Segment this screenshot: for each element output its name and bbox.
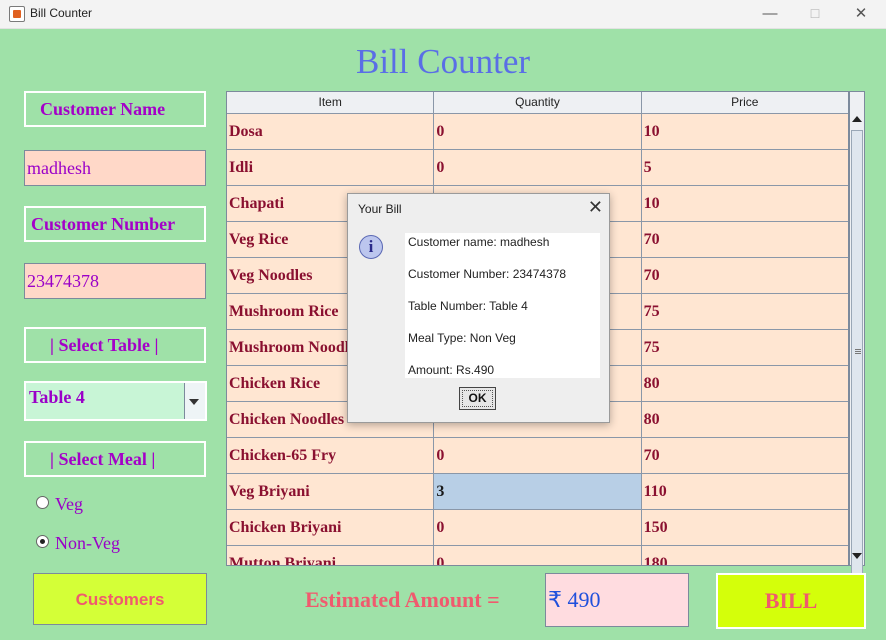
price-cell: 70 <box>643 231 660 248</box>
meal-radio-veg-label: Veg <box>55 494 83 514</box>
price-cell: 70 <box>643 267 660 284</box>
price-cell: 180 <box>643 555 668 566</box>
table-scrollbar[interactable] <box>849 91 865 580</box>
page-title: Bill Counter <box>355 42 531 81</box>
table-row[interactable]: Dosa 0 10 <box>227 114 848 150</box>
customers-button[interactable]: Customers <box>33 573 207 625</box>
message-line: Table Number: Table 4 <box>408 299 528 313</box>
price-cell: 75 <box>643 339 660 356</box>
price-cell: 80 <box>643 375 660 392</box>
customer-number-field[interactable]: 23474378 <box>24 263 206 299</box>
customer-number-label: Customer Number <box>24 206 206 242</box>
price-cell: 10 <box>643 123 660 140</box>
customer-name-label: Customer Name <box>24 91 206 127</box>
dialog-close-icon[interactable]: ✕ <box>588 197 603 218</box>
price-cell: 80 <box>643 411 660 428</box>
item-cell: Idli <box>227 150 435 185</box>
table-select[interactable]: Table 4 <box>24 381 207 421</box>
meal-radio-veg[interactable]: Veg <box>36 494 83 514</box>
customer-name-field[interactable]: madhesh <box>24 150 206 186</box>
price-cell: 70 <box>643 447 660 464</box>
table-header: Item Quantity Price <box>227 92 848 114</box>
estimated-amount-label: Estimated Amount = <box>305 587 500 612</box>
select-table-label: | Select Table | <box>24 327 206 363</box>
column-header-price[interactable]: Price <box>642 92 848 113</box>
price-cell: 110 <box>643 483 667 500</box>
grip-line <box>855 353 861 354</box>
quantity-cell[interactable]: 0 <box>434 510 642 545</box>
dialog-message: Customer name: madhesh Customer Number: … <box>405 233 600 378</box>
message-line: Customer name: madhesh <box>408 235 550 249</box>
table-row[interactable]: Chicken Briyani 0 150 <box>227 510 848 546</box>
table-row[interactable]: Mutton Briyani 0 180 <box>227 546 848 566</box>
column-header-quantity[interactable]: Quantity <box>434 92 642 113</box>
ok-button[interactable]: OK <box>459 387 496 410</box>
item-cell: Mutton Briyani <box>227 546 435 565</box>
chevron-down-icon[interactable] <box>184 383 205 419</box>
item-cell: Chicken Briyani <box>227 510 435 545</box>
quantity-cell[interactable]: 0 <box>434 150 642 185</box>
item-cell: Dosa <box>227 114 435 149</box>
radio-checked-icon[interactable] <box>36 535 49 548</box>
price-cell: 10 <box>643 195 660 212</box>
item-cell: Chicken-65 Fry <box>227 438 435 473</box>
minimize-button[interactable]: — <box>760 4 780 24</box>
message-line: Customer Number: 23474378 <box>408 267 567 281</box>
grip-line <box>855 351 861 352</box>
price-cell: 75 <box>643 303 660 320</box>
scroll-down-icon[interactable] <box>852 553 862 559</box>
message-line: Meal Type: Non Veg <box>408 331 516 345</box>
column-header-item[interactable]: Item <box>227 92 435 113</box>
radio-unchecked-icon[interactable] <box>36 496 49 509</box>
java-app-icon <box>9 6 25 22</box>
scroll-up-icon[interactable] <box>852 116 862 122</box>
meal-radio-nonveg-label: Non-Veg <box>55 533 120 553</box>
price-cell: 5 <box>643 159 652 176</box>
table-row[interactable]: Veg Briyani 3 110 <box>227 474 848 510</box>
grip-line <box>855 349 861 350</box>
maximize-button: ☐ <box>809 7 821 21</box>
quantity-cell[interactable]: 0 <box>434 114 642 149</box>
message-line: Amount: Rs.490 <box>408 363 495 377</box>
bill-button[interactable]: BILL <box>716 573 866 629</box>
quantity-cell[interactable]: 0 <box>434 438 642 473</box>
close-button[interactable]: ✕ <box>851 4 871 24</box>
select-meal-label: | Select Meal | <box>24 441 206 477</box>
meal-radio-nonveg[interactable]: Non-Veg <box>36 533 120 553</box>
info-icon: i <box>359 235 383 259</box>
table-row[interactable]: Chicken-65 Fry 0 70 <box>227 438 848 474</box>
bill-dialog: Your Bill ✕ i Customer name: madhesh Cus… <box>347 193 610 423</box>
amount-field[interactable]: ₹ 490 <box>545 573 689 627</box>
item-cell: Veg Briyani <box>227 474 435 509</box>
scrollbar-thumb[interactable] <box>851 130 863 580</box>
table-select-value: Table 4 <box>29 387 85 407</box>
dialog-title: Your Bill <box>358 202 402 216</box>
table-row[interactable]: Idli 0 5 <box>227 150 848 186</box>
window-title: Bill Counter <box>30 6 93 20</box>
price-cell: 150 <box>643 519 668 536</box>
title-bar: Bill Counter — ☐ ✕ <box>0 0 886 29</box>
quantity-cell-selected[interactable]: 3 <box>434 474 642 509</box>
quantity-cell[interactable]: 0 <box>434 546 642 565</box>
